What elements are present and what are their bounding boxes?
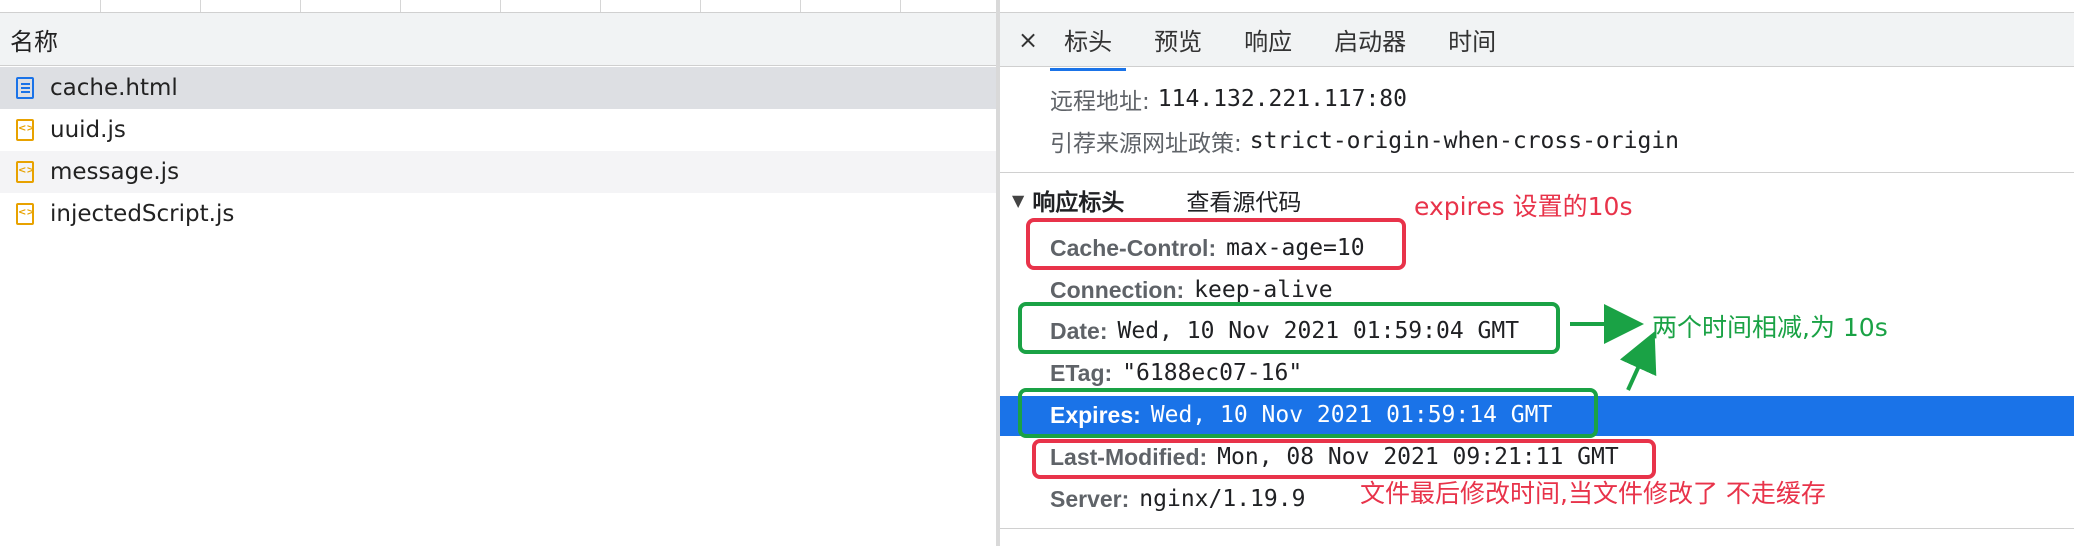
script-icon: <> [16,119,35,141]
request-row-injectedscript-js[interactable]: <> injectedScript.js [0,193,996,235]
document-icon [16,77,34,99]
script-icon: <> [16,161,35,183]
name-column-label: 名称 [10,27,58,56]
request-name: message.js [50,159,180,185]
request-list-panel: 名称 cache.html <> uuid.js <> message.js <… [0,0,996,546]
script-icon: <> [16,203,35,225]
request-row-cache-html[interactable]: cache.html [0,67,996,109]
arrow-up-icon [1619,331,1657,391]
name-column-header[interactable]: 名称 [0,13,996,66]
request-details-panel: × 标头 预览 响应 启动器 时间 远程地址: 114.132.221.117:… [1000,0,2074,546]
annotation-arrows [1570,304,1657,391]
request-row-uuid-js[interactable]: <> uuid.js [0,109,996,151]
request-name: uuid.js [50,117,126,143]
timeline-overview[interactable] [0,0,996,13]
request-row-message-js[interactable]: <> message.js [0,151,996,193]
request-name: cache.html [50,75,178,101]
request-name: injectedScript.js [50,201,235,227]
